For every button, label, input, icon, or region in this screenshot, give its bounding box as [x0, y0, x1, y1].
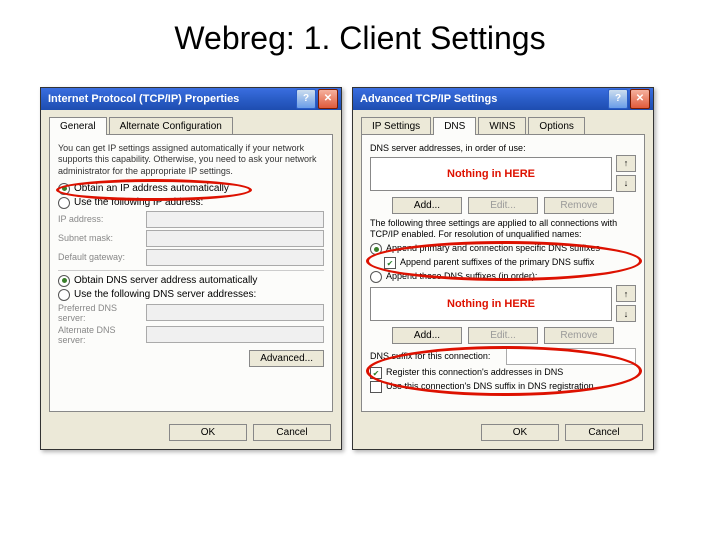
tab-body: DNS server addresses, in order of use: N…	[361, 134, 645, 412]
tcpip-properties-dialog: Internet Protocol (TCP/IP) Properties ? …	[40, 87, 342, 450]
tab-dns[interactable]: DNS	[433, 117, 476, 135]
default-gateway-field	[146, 249, 324, 266]
tab-alternate-config[interactable]: Alternate Configuration	[109, 117, 233, 135]
help-icon[interactable]: ?	[608, 89, 628, 109]
help-icon[interactable]: ?	[296, 89, 316, 109]
dialog-buttons: OK Cancel	[353, 420, 653, 449]
radio-icon	[370, 271, 382, 283]
radio-label: Obtain DNS server address automatically	[74, 275, 257, 286]
radio-label: Obtain an IP address automatically	[74, 183, 229, 194]
radio-icon	[58, 289, 70, 301]
ip-hint-text: You can get IP settings assigned automat…	[58, 143, 324, 177]
divider	[58, 270, 324, 271]
radio-use-following-ip[interactable]: Use the following IP address:	[58, 197, 324, 209]
window-title: Advanced TCP/IP Settings	[356, 93, 606, 105]
slide-title: Webreg: 1. Client Settings	[0, 0, 720, 87]
checkbox-label: Register this connection's addresses in …	[386, 367, 563, 379]
tab-options[interactable]: Options	[528, 117, 584, 135]
checkbox-label: Append parent suffixes of the primary DN…	[400, 257, 594, 269]
preferred-dns-label: Preferred DNS server:	[58, 303, 140, 323]
checkbox-register-address[interactable]: Register this connection's addresses in …	[370, 367, 636, 379]
radio-label: Append primary and connection specific D…	[386, 243, 600, 255]
radio-label: Append these DNS suffixes (in order):	[386, 271, 537, 283]
radio-label: Use the following DNS server addresses:	[74, 289, 256, 300]
tab-body: You can get IP settings assigned automat…	[49, 134, 333, 412]
conn-suffix-label: DNS suffix for this connection:	[370, 351, 500, 363]
radio-icon	[58, 275, 70, 287]
radio-icon	[58, 197, 70, 209]
close-icon[interactable]: ✕	[630, 89, 650, 109]
window-title: Internet Protocol (TCP/IP) Properties	[44, 93, 294, 105]
alternate-dns-field	[146, 326, 324, 343]
radio-obtain-ip-auto[interactable]: Obtain an IP address automatically	[58, 183, 324, 195]
tab-ip-settings[interactable]: IP Settings	[361, 117, 431, 135]
add-button[interactable]: Add...	[392, 327, 462, 344]
conn-suffix-field[interactable]	[506, 348, 636, 365]
checkbox-append-parent[interactable]: Append parent suffixes of the primary DN…	[370, 257, 636, 269]
subnet-mask-label: Subnet mask:	[58, 233, 140, 243]
radio-use-following-dns[interactable]: Use the following DNS server addresses:	[58, 289, 324, 301]
remove-button[interactable]: Remove	[544, 327, 614, 344]
titlebar[interactable]: Advanced TCP/IP Settings ? ✕	[353, 88, 653, 110]
edit-button[interactable]: Edit...	[468, 327, 538, 344]
dialogs-row: Internet Protocol (TCP/IP) Properties ? …	[0, 87, 720, 450]
alternate-dns-label: Alternate DNS server:	[58, 325, 140, 345]
checkbox-use-suffix-registration[interactable]: Use this connection's DNS suffix in DNS …	[370, 381, 636, 393]
ok-button[interactable]: OK	[169, 424, 247, 441]
advanced-button[interactable]: Advanced...	[249, 350, 324, 367]
radio-append-these[interactable]: Append these DNS suffixes (in order):	[370, 271, 636, 283]
edit-button[interactable]: Edit...	[468, 197, 538, 214]
resolve-hint: The following three settings are applied…	[370, 218, 636, 241]
ip-address-field	[146, 211, 324, 228]
annotation-nothing-here: Nothing in HERE	[447, 298, 535, 310]
tab-wins[interactable]: WINS	[478, 117, 526, 135]
dns-list-label: DNS server addresses, in order of use:	[370, 143, 636, 155]
tab-general[interactable]: General	[49, 117, 107, 135]
dns-servers-listbox[interactable]: Nothing in HERE	[370, 157, 612, 191]
titlebar[interactable]: Internet Protocol (TCP/IP) Properties ? …	[41, 88, 341, 110]
radio-label: Use the following IP address:	[74, 197, 203, 208]
checkbox-icon	[370, 367, 382, 379]
tabstrip: General Alternate Configuration	[41, 110, 341, 134]
checkbox-icon	[370, 381, 382, 393]
radio-append-primary[interactable]: Append primary and connection specific D…	[370, 243, 636, 255]
default-gateway-label: Default gateway:	[58, 252, 140, 262]
annotation-nothing-here: Nothing in HERE	[447, 168, 535, 180]
ip-address-label: IP address:	[58, 214, 140, 224]
checkbox-icon	[384, 257, 396, 269]
radio-icon	[370, 243, 382, 255]
tabstrip: IP Settings DNS WINS Options	[353, 110, 653, 134]
remove-button[interactable]: Remove	[544, 197, 614, 214]
move-up-button[interactable]: ↑	[616, 155, 636, 172]
move-down-button[interactable]: ↓	[616, 175, 636, 192]
checkbox-label: Use this connection's DNS suffix in DNS …	[386, 381, 594, 393]
cancel-button[interactable]: Cancel	[565, 424, 643, 441]
subnet-mask-field	[146, 230, 324, 247]
radio-icon	[58, 183, 70, 195]
move-up-button[interactable]: ↑	[616, 285, 636, 302]
add-button[interactable]: Add...	[392, 197, 462, 214]
dns-suffix-listbox[interactable]: Nothing in HERE	[370, 287, 612, 321]
preferred-dns-field	[146, 304, 324, 321]
move-down-button[interactable]: ↓	[616, 305, 636, 322]
cancel-button[interactable]: Cancel	[253, 424, 331, 441]
advanced-tcpip-dialog: Advanced TCP/IP Settings ? ✕ IP Settings…	[352, 87, 654, 450]
radio-obtain-dns-auto[interactable]: Obtain DNS server address automatically	[58, 275, 324, 287]
ok-button[interactable]: OK	[481, 424, 559, 441]
close-icon[interactable]: ✕	[318, 89, 338, 109]
dialog-buttons: OK Cancel	[41, 420, 341, 449]
